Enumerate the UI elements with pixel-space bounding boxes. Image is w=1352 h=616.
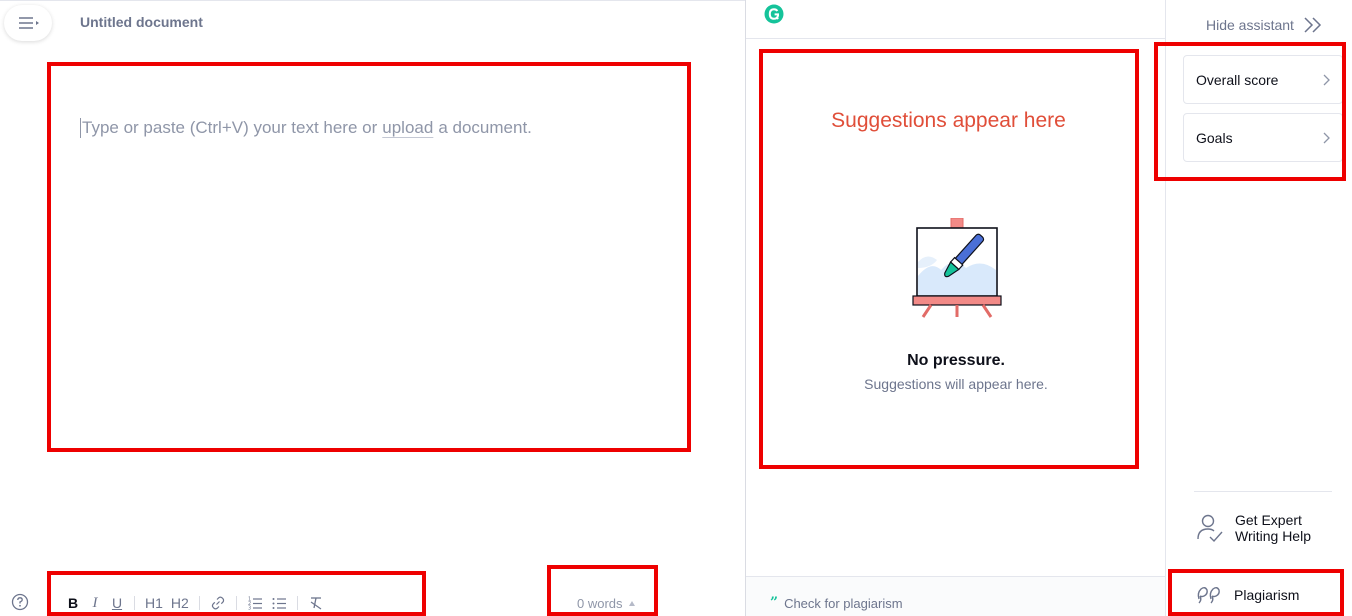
expert-help-label: Get Expert Writing Help [1235,512,1311,544]
word-count-label: 0 words [577,596,623,611]
menu-button[interactable] [4,5,52,41]
numbered-list-icon: 1 2 3 [248,597,262,612]
italic-button[interactable]: I [84,591,106,615]
formatting-toolbar: B I U H1 H2 1 2 3 [62,591,328,615]
assistant-header [746,0,1166,39]
menu-icon [19,17,39,29]
overall-score-card[interactable]: Overall score [1183,55,1343,104]
suggestions-hint: Suggestions appear here [831,109,1066,132]
hide-assistant-label: Hide assistant [1206,17,1294,33]
underline-button[interactable]: U [106,591,128,615]
easel-brush-icon [912,218,1002,318]
upload-link[interactable]: upload [382,118,433,138]
goals-card[interactable]: Goals [1183,113,1343,162]
sidebar-divider [1194,491,1332,492]
expert-help-button[interactable]: Get Expert Writing Help [1196,512,1335,544]
toolbar-separator [198,596,200,610]
placeholder-text-end: a document. [438,118,532,137]
plagiarism-label: Plagiarism [1234,587,1300,603]
toolbar-separator [235,596,237,610]
toolbar-separator [296,596,298,610]
heading2-button[interactable]: H2 [167,591,193,615]
editor-pane: Untitled document Type or paste (Ctrl+V)… [0,0,745,616]
link-icon [211,596,224,610]
plagiarism-button[interactable]: Plagiarism [1196,585,1299,605]
check-plagiarism-label: Check for plagiarism [784,595,903,611]
word-count[interactable]: 0 words [577,596,635,611]
heading1-button[interactable]: H1 [141,591,167,615]
plagiarism-quote-icon [1197,587,1220,604]
double-chevron-right-icon [1304,17,1321,33]
document-title[interactable]: Untitled document [80,14,203,30]
caret-up-icon [628,601,635,606]
empty-state-title: No pressure. [907,352,1005,369]
right-sidebar: Hide assistant Overall score Goals Get E… [1165,0,1352,616]
toolbar-separator [134,596,135,610]
link-button[interactable] [206,591,230,615]
help-icon[interactable] [11,593,29,611]
clear-format-icon [310,597,322,610]
placeholder-text: Type or paste (Ctrl+V) your text here or [82,118,378,137]
numbered-list-button[interactable]: 1 2 3 [243,591,267,615]
bulleted-list-button[interactable] [267,591,291,615]
chevron-right-icon [1323,74,1330,85]
expert-user-icon [1197,514,1223,543]
editor-text-area[interactable]: Type or paste (Ctrl+V) your text here or… [80,118,532,138]
plagiarism-footer: ” Check for plagiarism [746,576,1166,616]
overall-score-label: Overall score [1196,71,1279,88]
bold-button[interactable]: B [62,591,84,615]
text-caret [80,118,81,138]
quote-icon: ” [770,595,779,611]
svg-text:3: 3 [248,606,251,612]
clear-format-button[interactable] [304,591,328,615]
goals-label: Goals [1196,129,1233,146]
hide-assistant-button[interactable]: Hide assistant [1206,16,1324,34]
grammarly-logo-icon[interactable] [764,4,784,24]
chevron-right-icon [1323,132,1330,143]
bulleted-list-icon [272,598,286,609]
assistant-panel: Suggestions appear here No pressure. Sug… [745,0,1166,616]
check-plagiarism-link[interactable]: ” Check for plagiarism [770,595,903,611]
empty-state-subtitle: Suggestions will appear here. [864,376,1048,392]
